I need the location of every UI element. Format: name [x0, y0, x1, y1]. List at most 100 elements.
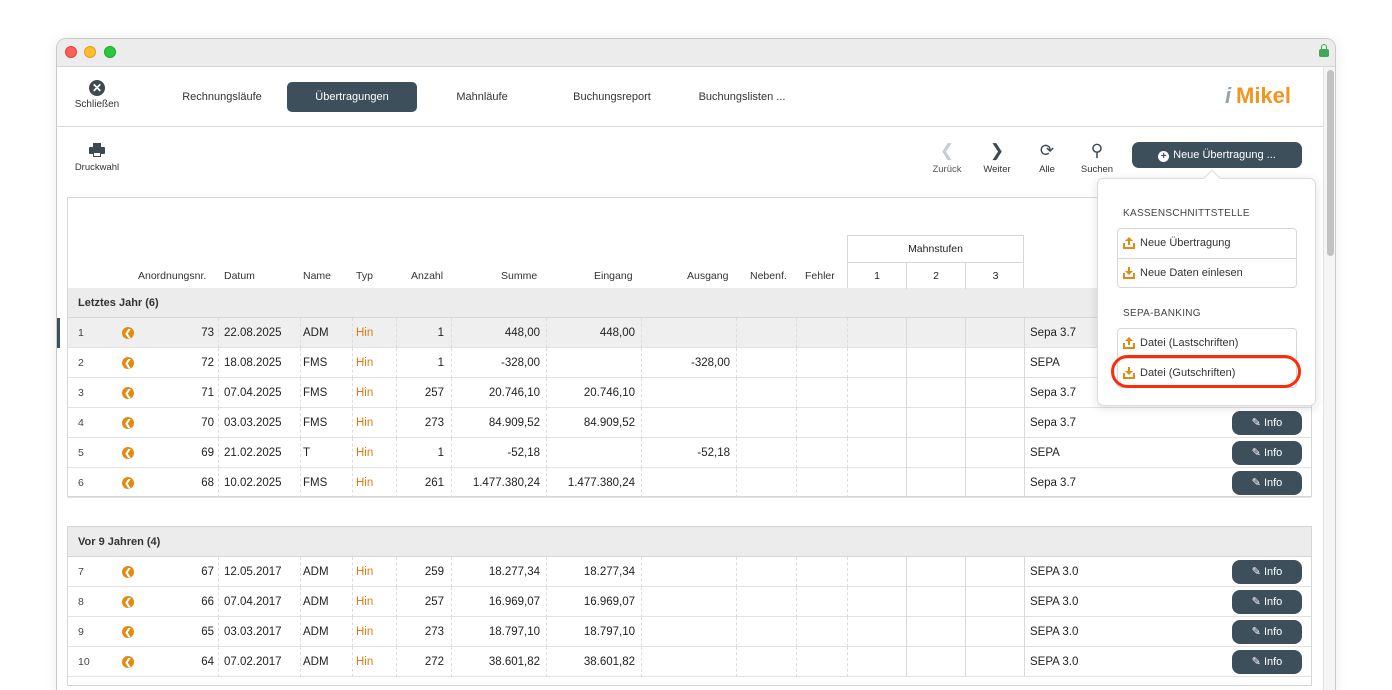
search-button[interactable]: ⚲ Suchen	[1072, 141, 1122, 175]
tab-rechnungslaeufe[interactable]: Rechnungsläufe	[167, 82, 277, 112]
cell-summe: 84.909,52	[488, 417, 540, 429]
window-close-control[interactable]	[65, 46, 77, 58]
info-label: Info	[1263, 596, 1283, 608]
window-minimize-control[interactable]	[84, 46, 96, 58]
table-row[interactable]: 7 ❮ 67 12.05.2017 ADM Hin 259 18.277,34 18.277,3…	[68, 557, 1311, 587]
menu-item-neue-uebertragung[interactable]: Neue Übertragung	[1118, 229, 1296, 258]
tab-uebertragungen[interactable]: Übertragungen	[287, 82, 417, 112]
back-button[interactable]: ❮ Zurück	[922, 141, 972, 175]
column-divider	[1024, 408, 1025, 438]
cell-ausgang	[643, 318, 730, 348]
row-index: 4	[78, 417, 84, 429]
column-divider	[451, 468, 452, 498]
cell-anordnungsnr: 72	[201, 357, 214, 369]
cell-format: SEPA 3.0	[1030, 626, 1079, 638]
column-divider	[847, 408, 848, 438]
arrow-left-circle-icon: ❮	[122, 357, 134, 369]
cell-eingang	[548, 348, 635, 378]
column-divider	[396, 408, 397, 438]
cell-anordnungsnr: 70	[201, 417, 214, 429]
top-navigation: ✕ Schließen Rechnungsläufe Übertragungen…	[57, 67, 1323, 127]
new-transfer-button[interactable]: + Neue Übertragung ...	[1132, 142, 1302, 168]
column-divider	[396, 468, 397, 498]
column-divider	[965, 557, 966, 587]
table-row[interactable]: 4 ❮ 70 03.03.2025 FMS Hin 273 84.909,52 84.909,5…	[68, 408, 1311, 438]
close-button[interactable]: ✕ Schließen	[65, 80, 129, 110]
vertical-scrollbar[interactable]	[1323, 67, 1335, 690]
cell-eingang: 448,00	[599, 327, 635, 339]
cell-summe: -328,00	[500, 357, 540, 369]
cell-typ: Hin	[356, 387, 374, 399]
column-divider	[736, 408, 737, 438]
plus-circle-icon: +	[1158, 151, 1170, 162]
info-label: Info	[1263, 477, 1283, 489]
header-mahnstufen: Mahnstufen 1 2 3	[847, 235, 1024, 289]
cell-name: FMS	[303, 417, 328, 429]
menu-item-datei-lastschriften[interactable]: Datei (Lastschriften)	[1118, 329, 1296, 358]
column-divider	[641, 408, 642, 438]
header-summe: Summe	[501, 270, 538, 282]
cell-name: FMS	[303, 387, 328, 399]
tab-mahnlaeufe[interactable]: Mahnläufe	[427, 82, 537, 112]
table-row[interactable]: 9 ❮ 65 03.03.2017 ADM Hin 273 18.797,10 18.797,1…	[68, 617, 1311, 647]
column-divider	[451, 557, 452, 587]
header-anordnungsnr: Anordnungsnr.	[138, 270, 207, 282]
info-button[interactable]: ✎ Info	[1232, 441, 1302, 465]
column-divider	[300, 378, 301, 408]
info-button[interactable]: ✎ Info	[1232, 620, 1302, 644]
scrollbar-thumb[interactable]	[1327, 70, 1334, 256]
column-divider	[641, 348, 642, 378]
cell-anordnungsnr: 67	[201, 566, 214, 578]
tab-buchungslisten[interactable]: Buchungslisten ...	[687, 82, 797, 112]
column-divider	[1024, 438, 1025, 468]
cell-datum: 21.02.2025	[224, 447, 282, 459]
column-divider	[906, 557, 907, 587]
table-row[interactable]: 8 ❮ 66 07.04.2017 ADM Hin 257 16.969,07 16.969,0…	[68, 587, 1311, 617]
table-row[interactable]: 5 ❮ 69 21.02.2025 T Hin 1 -52,18 -52,18 SEPA ✎ Inf…	[68, 438, 1311, 468]
next-button[interactable]: ❯ Weiter	[972, 141, 1022, 175]
cell-format: SEPA 3.0	[1030, 656, 1079, 668]
menu-item-label: Neue Übertragung	[1140, 237, 1231, 249]
column-divider	[300, 617, 301, 647]
tab-buchungsreport[interactable]: Buchungsreport	[557, 82, 667, 112]
cell-datum: 03.03.2025	[224, 417, 282, 429]
column-divider	[847, 617, 848, 647]
info-button[interactable]: ✎ Info	[1232, 650, 1302, 674]
column-divider	[906, 408, 907, 438]
column-divider	[965, 438, 966, 468]
column-divider	[218, 438, 219, 468]
column-divider	[736, 647, 737, 677]
column-divider	[218, 408, 219, 438]
column-divider	[352, 438, 353, 468]
info-button[interactable]: ✎ Info	[1232, 560, 1302, 584]
menu-item-neue-daten-einlesen[interactable]: Neue Daten einlesen	[1118, 258, 1296, 287]
info-label: Info	[1263, 417, 1283, 429]
cell-summe: -52,18	[507, 447, 540, 459]
column-divider	[965, 318, 966, 348]
print-button[interactable]: Druckwahl	[72, 141, 122, 173]
column-divider	[218, 617, 219, 647]
column-divider	[736, 468, 737, 498]
cell-datum: 18.08.2025	[224, 357, 282, 369]
column-divider	[546, 587, 547, 617]
info-button[interactable]: ✎ Info	[1232, 590, 1302, 614]
cell-format: Sepa 3.7	[1030, 477, 1077, 489]
table-row[interactable]: 10 ❮ 64 07.02.2017 ADM Hin 272 38.601,82 38.601,…	[68, 647, 1311, 677]
info-label: Info	[1263, 447, 1283, 459]
column-divider	[1024, 557, 1025, 587]
window-zoom-control[interactable]	[104, 46, 116, 58]
column-divider	[965, 378, 966, 408]
mahnstufen-title: Mahnstufen	[848, 236, 1023, 263]
column-divider	[218, 348, 219, 378]
cell-anzahl: 261	[424, 477, 444, 489]
header-mahnstufe-1: 1	[848, 263, 907, 289]
info-button[interactable]: ✎ Info	[1232, 471, 1302, 495]
column-divider	[965, 647, 966, 677]
column-divider	[352, 318, 353, 348]
info-button[interactable]: ✎ Info	[1232, 411, 1302, 435]
cell-eingang: 16.969,07	[583, 596, 635, 608]
table-row[interactable]: 6 ❮ 68 10.02.2025 FMS Hin 261 1.477.380,24 1.477…	[68, 468, 1311, 498]
column-divider	[906, 378, 907, 408]
arrow-left-circle-icon: ❮	[122, 477, 134, 489]
all-button[interactable]: ⟳ Alle	[1022, 141, 1072, 175]
